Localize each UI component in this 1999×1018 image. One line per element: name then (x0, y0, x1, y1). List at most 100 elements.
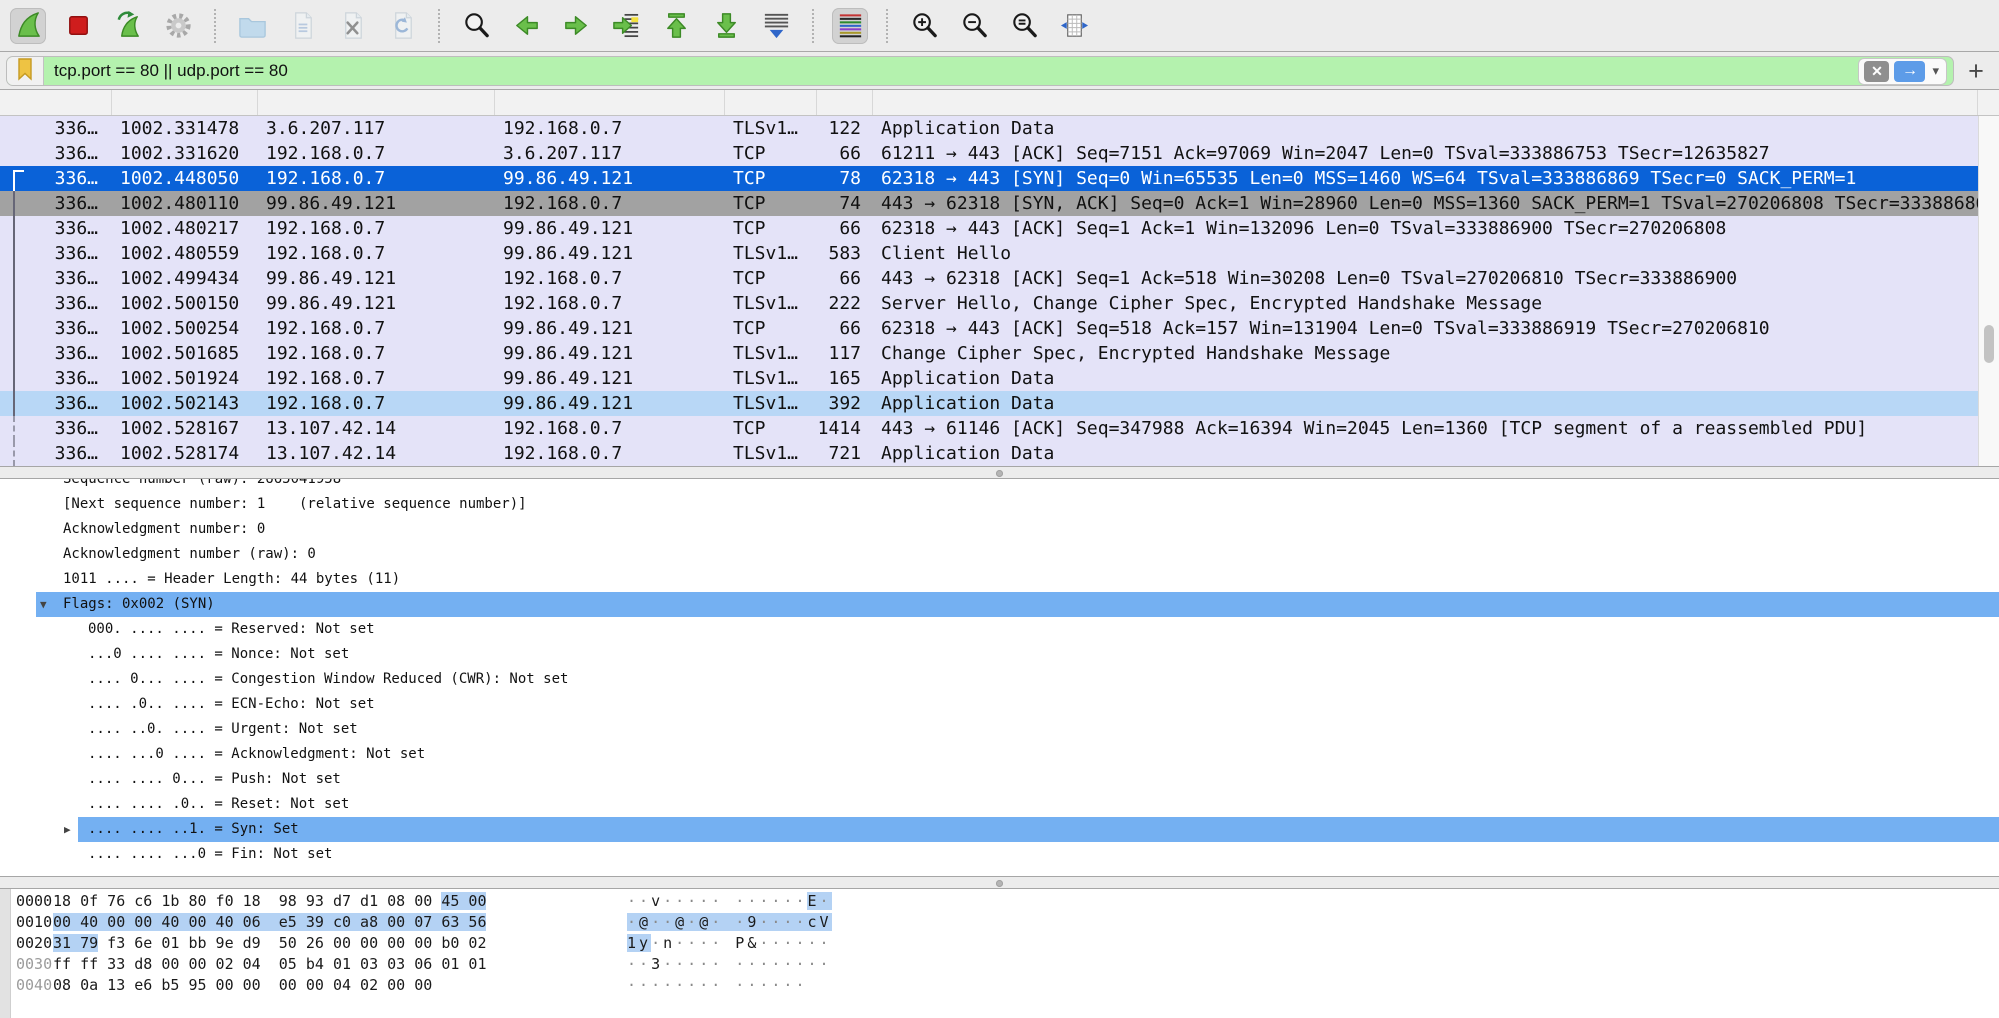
packet-row[interactable]: 336…1002.501924192.168.0.799.86.49.121TL… (0, 366, 1978, 391)
hex-row[interactable]: 002031 79 f3 6e 01 bb 9e d9 50 26 00 00 … (0, 933, 1999, 954)
detail-line[interactable]: Sequence number (raw): 2665041958 (0, 479, 1999, 492)
clear-filter-button[interactable]: ✕ (1864, 61, 1889, 82)
display-filter-input[interactable] (44, 57, 1858, 85)
detail-line[interactable]: .... .... .0.. = Reset: Not set (0, 792, 1999, 817)
packet-row[interactable]: 336…1002.448050192.168.0.799.86.49.121TC… (0, 166, 1978, 191)
detail-line[interactable]: .... ...0 .... = Acknowledgment: Not set (0, 742, 1999, 767)
cell-info: Change Cipher Spec, Encrypted Handshake … (873, 341, 1978, 366)
packet-row[interactable]: 336…1002.501685192.168.0.799.86.49.121TL… (0, 341, 1978, 366)
detail-text: .... .... ...0 = Fin: Not set (88, 842, 332, 867)
save-file-button[interactable] (284, 8, 320, 44)
scrollbar-thumb[interactable] (1984, 325, 1994, 363)
detail-line[interactable]: ▶.... .... ..1. = Syn: Set (0, 817, 1999, 842)
packet-list-scrollbar[interactable] (1978, 116, 1999, 466)
hex-bytes[interactable]: ff ff 33 d8 00 00 02 04 05 b4 01 03 03 0… (53, 954, 486, 975)
packet-row[interactable]: 336…1002.500254192.168.0.799.86.49.121TC… (0, 316, 1978, 341)
cell-source: 99.86.49.121 (258, 291, 495, 316)
restart-capture-button[interactable] (110, 8, 146, 44)
hex-offset: 0010 (16, 912, 52, 933)
filter-bookmark-button[interactable] (7, 57, 44, 85)
hex-row[interactable]: 000018 0f 76 c6 1b 80 f0 18 98 93 d7 d1 … (0, 891, 1999, 912)
reload-file-icon (387, 10, 418, 41)
detail-line[interactable]: 000. .... .... = Reserved: Not set (0, 617, 1999, 642)
go-back-button[interactable] (508, 8, 544, 44)
go-top-button[interactable] (658, 8, 694, 44)
packet-row[interactable]: 336…1002.52817413.107.42.14192.168.0.7TL… (0, 441, 1978, 466)
hex-bytes[interactable]: 18 0f 76 c6 1b 80 f0 18 98 93 d7 d1 08 0… (53, 891, 486, 912)
hex-bytes[interactable]: 31 79 f3 6e 01 bb 9e d9 50 26 00 00 00 0… (53, 933, 486, 954)
packet-detail-pane: Sequence number (raw): 2665041958[Next s… (0, 479, 1999, 876)
column-header-no[interactable] (0, 90, 112, 115)
packet-row[interactable]: 336…1002.3314783.6.207.117192.168.0.7TLS… (0, 116, 1978, 141)
detail-line[interactable]: .... .0.. .... = ECN-Echo: Not set (0, 692, 1999, 717)
conversation-mark-icon (13, 316, 24, 341)
hex-bytes[interactable]: 08 0a 13 e6 b5 95 00 00 00 00 04 02 00 0… (53, 975, 432, 996)
reload-file-button[interactable] (384, 8, 420, 44)
close-file-button[interactable] (334, 8, 370, 44)
detail-line[interactable]: .... .... 0... = Push: Not set (0, 767, 1999, 792)
hex-row[interactable]: 0030ff ff 33 d8 00 00 02 04 05 b4 01 03 … (0, 954, 1999, 975)
hex-ascii[interactable]: ·@··@·@· ·9····cV (627, 912, 832, 933)
toolbar-separator (812, 9, 814, 43)
packet-row[interactable]: 336…1002.48011099.86.49.121192.168.0.7TC… (0, 191, 1978, 216)
cell-length: 66 (817, 141, 873, 166)
packet-row[interactable]: 336…1002.331620192.168.0.73.6.207.117TCP… (0, 141, 1978, 166)
column-header-source[interactable] (258, 90, 495, 115)
open-file-button[interactable] (234, 8, 270, 44)
hex-row[interactable]: 004008 0a 13 e6 b5 95 00 00 00 00 04 02 … (0, 975, 1999, 996)
detail-line[interactable]: 1011 .... = Header Length: 44 bytes (11) (0, 567, 1999, 592)
capture-options-button[interactable] (160, 8, 196, 44)
start-capture-button[interactable] (10, 8, 46, 44)
column-header-time[interactable] (112, 90, 258, 115)
add-filter-button[interactable]: + (1959, 56, 1993, 86)
hex-ascii[interactable]: ········ ······ (627, 975, 807, 996)
hex-ascii[interactable]: 1y·n···· P&······ (627, 933, 832, 954)
packet-row[interactable]: 336…1002.52816713.107.42.14192.168.0.7TC… (0, 416, 1978, 441)
find-packet-button[interactable] (458, 8, 494, 44)
stop-capture-button[interactable] (60, 8, 96, 44)
packet-row[interactable]: 336…1002.502143192.168.0.799.86.49.121TL… (0, 391, 1978, 416)
colorize-button[interactable] (832, 8, 868, 44)
detail-text: .... 0... .... = Congestion Window Reduc… (88, 667, 568, 692)
expander-open-icon[interactable]: ▼ (40, 592, 47, 617)
detail-line[interactable]: .... 0... .... = Congestion Window Reduc… (0, 667, 1999, 692)
pane-splitter-bottom[interactable] (0, 876, 1999, 889)
column-header-length[interactable] (817, 90, 873, 115)
zoom-reset-button[interactable] (1006, 8, 1042, 44)
column-header-info[interactable] (873, 90, 1978, 115)
display-filter-field[interactable]: ✕ → ▾ (6, 56, 1954, 86)
apply-filter-button[interactable]: → (1894, 61, 1925, 82)
cell-info: Application Data (873, 391, 1978, 416)
pane-splitter-top[interactable] (0, 466, 1999, 479)
detail-line[interactable]: .... .... ...0 = Fin: Not set (0, 842, 1999, 867)
go-to-packet-button[interactable] (608, 8, 644, 44)
cell-source: 192.168.0.7 (258, 141, 495, 166)
hex-ascii[interactable]: ··3····· ········ (627, 954, 832, 975)
detail-line[interactable]: Acknowledgment number: 0 (0, 517, 1999, 542)
detail-line[interactable]: ▼Flags: 0x002 (SYN) (0, 592, 1999, 617)
resize-columns-button[interactable] (1056, 8, 1092, 44)
hex-ascii[interactable]: ··v····· ······E· (627, 891, 832, 912)
packet-row[interactable]: 336…1002.480559192.168.0.799.86.49.121TL… (0, 241, 1978, 266)
detail-line[interactable]: .... ..0. .... = Urgent: Not set (0, 717, 1999, 742)
column-header-destination[interactable] (495, 90, 725, 115)
packet-row[interactable]: 336…1002.480217192.168.0.799.86.49.121TC… (0, 216, 1978, 241)
filter-history-chevron-icon[interactable]: ▾ (1930, 63, 1941, 79)
detail-text: [Next sequence number: 1 (relative seque… (63, 492, 527, 517)
column-header-protocol[interactable] (725, 90, 817, 115)
filter-controls: ✕ → ▾ (1858, 58, 1947, 85)
splitter-handle-icon (996, 470, 1003, 477)
auto-scroll-button[interactable] (758, 8, 794, 44)
hex-bytes[interactable]: 00 40 00 00 40 00 40 06 e5 39 c0 a8 00 0… (53, 912, 486, 933)
packet-row[interactable]: 336…1002.50015099.86.49.121192.168.0.7TL… (0, 291, 1978, 316)
detail-line[interactable]: ...0 .... .... = Nonce: Not set (0, 642, 1999, 667)
go-bottom-button[interactable] (708, 8, 744, 44)
go-forward-button[interactable] (558, 8, 594, 44)
detail-line[interactable]: [Next sequence number: 1 (relative seque… (0, 492, 1999, 517)
zoom-out-button[interactable] (956, 8, 992, 44)
zoom-in-button[interactable] (906, 8, 942, 44)
packet-row[interactable]: 336…1002.49943499.86.49.121192.168.0.7TC… (0, 266, 1978, 291)
detail-line[interactable]: Acknowledgment number (raw): 0 (0, 542, 1999, 567)
hex-row[interactable]: 001000 40 00 00 40 00 40 06 e5 39 c0 a8 … (0, 912, 1999, 933)
expander-closed-icon[interactable]: ▶ (64, 817, 71, 842)
